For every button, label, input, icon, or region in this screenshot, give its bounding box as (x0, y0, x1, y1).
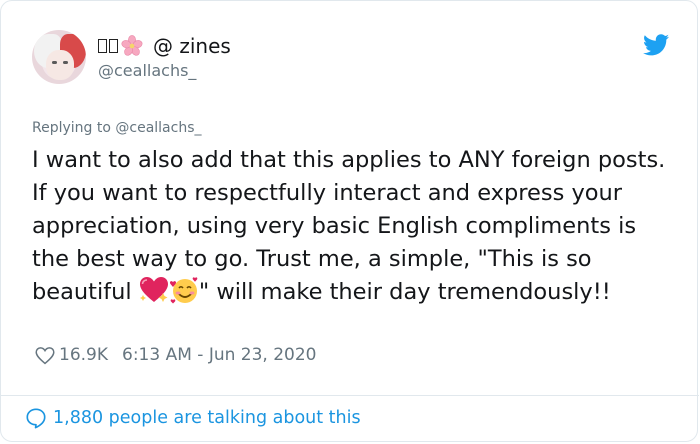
reply-handle-link[interactable]: @ceallachs_ (115, 120, 201, 136)
avatar-face (46, 50, 74, 80)
replying-to: Replying to @ceallachs_ (32, 120, 202, 136)
display-name: @ zines (153, 34, 231, 58)
replying-prefix: Replying to (32, 120, 116, 136)
heart-icon[interactable] (35, 346, 55, 365)
talking-about-link[interactable]: 1,880 people are talking about this (25, 407, 361, 429)
tweet-meta: 16.9K 6:13 AM - Jun 23, 2020 (35, 345, 317, 365)
tweet-timestamp[interactable]: 6:13 AM - Jun 23, 2020 (122, 345, 317, 365)
name-prefix-glyphs (98, 39, 118, 53)
cherry-blossom-icon (121, 35, 143, 56)
twitter-bird-icon[interactable] (643, 34, 669, 56)
avatar[interactable] (32, 30, 86, 84)
tweet-card: @ zines @ceallachs_ Replying to @ceallac… (0, 0, 699, 442)
author-handle[interactable]: @ceallachs_ (98, 61, 196, 80)
author-name-row[interactable]: @ zines (98, 34, 231, 58)
sparkling-heart-emoji (139, 277, 168, 302)
avatar-eye-right (63, 61, 68, 64)
tweet-text: I want to also add that this applies to … (32, 144, 672, 309)
smiling-face-with-hearts-emoji (169, 277, 198, 304)
like-count: 16.9K (59, 345, 108, 365)
avatar-eye-left (52, 61, 57, 64)
talking-about-text: 1,880 people are talking about this (53, 408, 361, 428)
speech-bubble-icon (26, 408, 46, 429)
divider (1, 395, 699, 396)
tweet-text-part-2: " will make their day tremendously!! (198, 279, 611, 305)
